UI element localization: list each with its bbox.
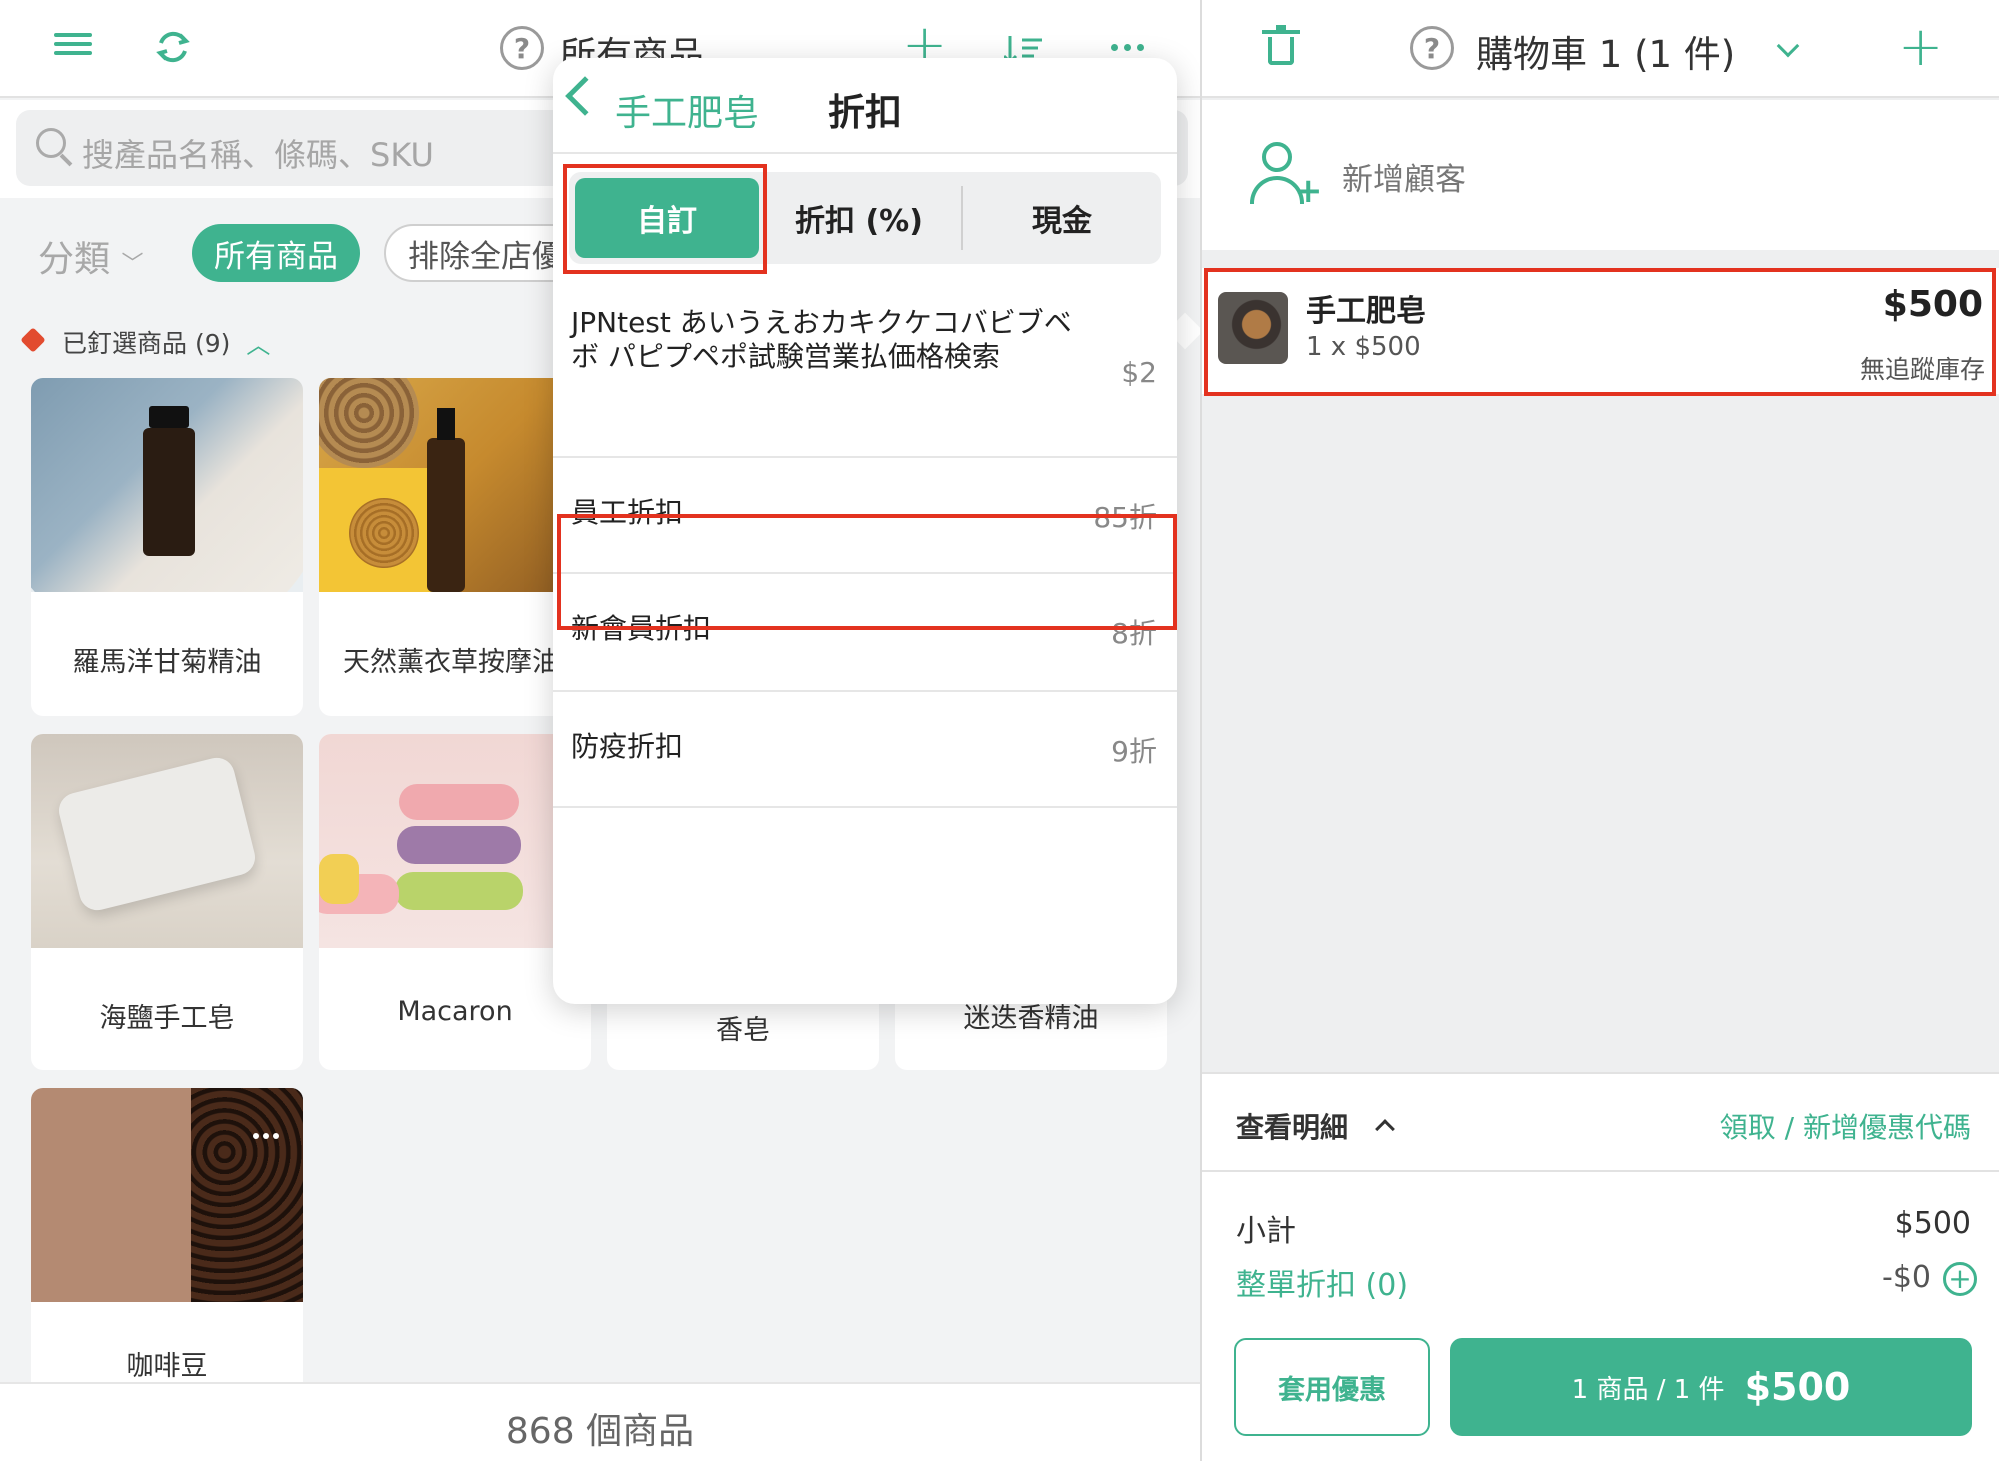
product-name: 香皂 (716, 1015, 770, 1046)
pinned-label: 已釘選商品 (9) (62, 329, 231, 358)
menu-icon[interactable] (54, 28, 92, 60)
product-card[interactable]: 羅馬洋甘菊精油 (31, 378, 303, 716)
product-name: 羅馬洋甘菊精油 (72, 647, 262, 678)
discount-type-segment: 自訂 折扣 (%) 現金 (569, 172, 1161, 264)
add-customer-label: 新增顧客 (1342, 162, 1466, 198)
discount-name: 員工折扣 (571, 496, 684, 529)
product-image (31, 734, 303, 948)
product-card[interactable]: Macaron (319, 734, 591, 1070)
discount-popover: 手工肥皂 折扣 自訂 折扣 (%) 現金 JPNtest あいうえおカキクケコバ… (553, 58, 1177, 1004)
chevron-up-icon[interactable] (1375, 1119, 1395, 1139)
chevron-up-icon: ︿ (246, 330, 271, 359)
product-name: 天然薰衣草按摩油 (343, 647, 559, 678)
coupon-link[interactable]: 領取 / 新增優惠代碼 (1720, 1106, 1971, 1146)
cart-item-stock: 無追蹤庫存 (1859, 355, 1985, 384)
checkout-count: 1 商品 / 1 件 (1571, 1374, 1725, 1405)
more-icon[interactable] (1108, 44, 1147, 51)
category-dropdown[interactable]: 分類 ﹀ (38, 230, 143, 282)
view-details-toggle[interactable]: 查看明細 (1236, 1106, 1348, 1146)
search-icon (36, 128, 66, 158)
product-image (31, 1088, 303, 1302)
back-chevron-icon[interactable] (565, 76, 605, 116)
cart-summary: 小計 $500 整單折扣 (0) -$0 + 套用優惠 1 商品 / 1 件 $… (1202, 1172, 1999, 1461)
trash-icon[interactable] (1262, 25, 1300, 66)
product-image (319, 734, 591, 948)
popover-title: 折扣 (828, 91, 902, 134)
segment-percent[interactable]: 折扣 (%) (761, 172, 957, 264)
discount-item-jpntest[interactable]: JPNtest あいうえおカキクケコバビブベボ パピプペポ試験営業払価格検索 $… (553, 294, 1177, 458)
more-icon (253, 1124, 303, 1139)
discount-value: 9折 (1111, 735, 1157, 768)
segment-cash[interactable]: 現金 (963, 172, 1161, 264)
pinned-header[interactable]: 已釘選商品 (9) ︿ (22, 324, 270, 360)
cart-item[interactable]: 手工肥皂 1 x $500 $500 無追蹤庫存 (1202, 268, 1999, 394)
popover-header: 手工肥皂 折扣 (553, 58, 1177, 154)
cart-title[interactable]: 購物車 1 (1 件) (1476, 24, 1735, 78)
subtotal-label: 小計 (1236, 1214, 1296, 1249)
chip-all-products[interactable]: 所有商品 (192, 224, 360, 282)
help-icon[interactable]: ? (1410, 26, 1454, 70)
order-discount-label[interactable]: 整單折扣 (0) (1236, 1260, 1408, 1304)
checkout-total: $500 (1744, 1365, 1851, 1409)
product-count: 868 個商品 (505, 1411, 695, 1452)
product-name: Macaron (397, 996, 513, 1027)
product-card[interactable]: 咖啡豆 (31, 1088, 303, 1382)
product-name: 海鹽手工皂 (99, 1003, 235, 1034)
apply-promotion-button[interactable]: 套用優惠 (1234, 1338, 1430, 1436)
pin-icon (22, 329, 48, 355)
product-card[interactable]: 天然薰衣草按摩油 (319, 378, 591, 716)
segment-custom[interactable]: 自訂 (575, 178, 759, 258)
discount-item-new-member[interactable]: 新會員折扣 8折 (553, 574, 1177, 692)
discount-name: 新會員折扣 (571, 612, 712, 645)
add-discount-icon[interactable]: + (1943, 1262, 1977, 1296)
discount-value: 8折 (1111, 617, 1157, 650)
chevron-down-icon: ﹀ (121, 252, 144, 277)
add-person-icon: + (1250, 142, 1323, 208)
discount-name: 防疫折扣 (571, 730, 684, 763)
help-icon[interactable]: ? (500, 26, 544, 70)
search-placeholder: 搜產品名稱、條碼、SKU (82, 136, 434, 174)
add-customer-row[interactable]: + 新增顧客 (1202, 100, 1999, 250)
product-card[interactable]: 海鹽手工皂 (31, 734, 303, 1070)
discount-value: $2 (1121, 356, 1157, 389)
chevron-down-icon[interactable] (1776, 34, 1800, 58)
details-header: 查看明細 領取 / 新增優惠代碼 (1202, 1072, 1999, 1172)
cart-item-price: $500 (1882, 284, 1983, 325)
cart-item-thumbnail (1218, 292, 1288, 364)
discount-value: 85折 (1093, 501, 1157, 534)
checkout-button[interactable]: 1 商品 / 1 件 $500 (1450, 1338, 1972, 1436)
subtotal-value: $500 (1894, 1206, 1971, 1241)
cart-item-qty: 1 x $500 (1306, 332, 1421, 362)
order-discount-value: -$0 (1882, 1260, 1931, 1295)
discount-name: JPNtest あいうえおカキクケコバビブベボ パピプペポ試験営業払価格検索 (571, 306, 1072, 373)
discount-item-epidemic[interactable]: 防疫折扣 9折 (553, 692, 1177, 808)
cart-item-name: 手工肥皂 (1306, 294, 1426, 329)
back-button[interactable]: 手工肥皂 (615, 84, 759, 136)
refresh-icon[interactable] (150, 24, 196, 70)
cart-header: ? 購物車 1 (1 件) + (1202, 0, 1999, 98)
product-count-bar: 868 個商品 (0, 1382, 1200, 1461)
category-label: 分類 (38, 239, 111, 280)
cart-pane: ? 購物車 1 (1 件) + + 新增顧客 手工肥皂 1 x $500 $50… (1200, 0, 1999, 1461)
product-image (319, 378, 591, 592)
product-image (31, 378, 303, 592)
add-cart-icon[interactable]: + (1898, 20, 1943, 74)
discount-item-staff[interactable]: 員工折扣 85折 (553, 458, 1177, 574)
product-name: 咖啡豆 (126, 1351, 208, 1382)
